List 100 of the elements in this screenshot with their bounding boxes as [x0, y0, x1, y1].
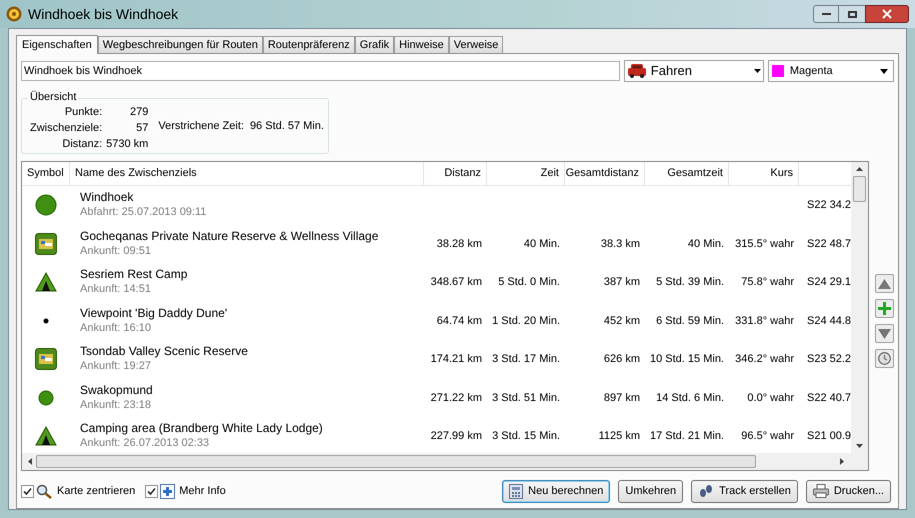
column-header[interactable]: Zeit: [540, 165, 559, 182]
travel-mode-dropdown[interactable]: Fahren: [624, 60, 764, 82]
table-cell: 10 Std. 15 Min.: [650, 353, 724, 365]
column-header[interactable]: Name des Zwischenziels: [75, 165, 197, 182]
table-cell: 96.5° wahr: [741, 430, 794, 442]
dialog-button[interactable]: Umkehren: [618, 480, 684, 502]
dialog-button[interactable]: Track erstellen: [691, 480, 798, 502]
footprints-icon: [698, 484, 714, 498]
table-cell: 897 km: [604, 392, 640, 404]
column-header[interactable]: Symbol: [27, 165, 64, 182]
scroll-right-icon[interactable]: [840, 458, 844, 465]
tab[interactable]: Verweise: [448, 36, 504, 53]
plus-icon: [160, 484, 176, 498]
column-header[interactable]: Kurs: [770, 165, 793, 182]
car-icon: [626, 63, 647, 79]
checkbox-label: Karte zentrieren: [57, 484, 136, 499]
waypoint-time: Ankunft: 26.07.2013 02:33: [80, 436, 210, 452]
close-button[interactable]: [865, 5, 909, 23]
scroll-left-icon[interactable]: [28, 458, 32, 465]
tent-icon: [35, 426, 57, 446]
checkbox[interactable]: [145, 484, 158, 498]
table-cell: 626 km: [604, 353, 640, 365]
waypoint-time: Abfahrt: 25.07.2013 09:11: [80, 205, 208, 220]
table-cell: S21 00.9: [807, 430, 851, 442]
table-cell: 452 km: [604, 314, 640, 326]
table-cell: S22 40.7: [807, 392, 851, 404]
vertical-scrollbar[interactable]: [851, 162, 868, 453]
dialog-button[interactable]: Neu berechnen: [502, 480, 610, 502]
scroll-up-icon[interactable]: [856, 167, 863, 171]
column-header[interactable]: Distanz: [444, 165, 481, 182]
table-cell: 348.67 km: [430, 276, 482, 288]
table-cell: 387 km: [604, 276, 640, 288]
table-cell: 64.74 km: [436, 314, 482, 326]
stat-label: Punkte:: [64, 105, 102, 120]
waypoint-circle-icon: [35, 194, 57, 216]
minimize-button[interactable]: [813, 5, 839, 23]
clock-icon: [878, 352, 891, 365]
table-cell: 6 Std. 59 Min.: [656, 314, 724, 326]
waypoint-circle-icon: [38, 390, 54, 406]
table-cell: 17 Std. 21 Min.: [650, 430, 724, 442]
time-button[interactable]: [875, 349, 894, 368]
table-cell: 38.28 km: [436, 238, 482, 250]
column-header[interactable]: Gesamtdistanz: [566, 165, 639, 182]
magnifier-icon: [36, 484, 53, 498]
check-icon: [23, 486, 32, 496]
color-dropdown[interactable]: Magenta: [768, 60, 894, 82]
table-cell: 75.8° wahr: [741, 276, 794, 288]
check-icon: [147, 486, 156, 496]
waypoint-time: Ankunft: 14:51: [80, 282, 152, 298]
table-cell: S23 52.2: [807, 353, 851, 365]
table-cell: 174.21 km: [430, 353, 482, 365]
stat-value: 57: [135, 121, 148, 136]
table-cell: 1125 km: [598, 430, 640, 442]
horizontal-scrollbar[interactable]: [22, 453, 868, 470]
up-triangle-icon: [878, 278, 891, 288]
scroll-down-icon[interactable]: [856, 444, 863, 448]
table-cell: 227.99 km: [430, 430, 482, 442]
add-button[interactable]: [875, 299, 894, 318]
table-cell: S22 48.7: [807, 238, 851, 250]
bed-icon: [35, 232, 57, 255]
stat-label: Distanz:: [61, 137, 102, 152]
maximize-button[interactable]: [839, 5, 865, 23]
stat-label: Zwischenziele:: [30, 121, 102, 136]
table-cell: S24 44.8: [807, 314, 851, 326]
checkbox-label: Mehr Info: [179, 484, 226, 499]
waypoint-name: Windhoek: [80, 190, 134, 206]
move-down-button[interactable]: [875, 324, 894, 343]
column-header[interactable]: Gesamtzeit: [667, 165, 723, 182]
close-icon: [882, 9, 892, 19]
stat-value: 96 Std. 57 Min.: [250, 119, 324, 133]
table-cell: 3 Std. 51 Min.: [492, 392, 560, 404]
waypoint-name: Tsondab Valley Scenic Reserve: [80, 344, 249, 360]
bed-icon: [35, 348, 57, 370]
tab[interactable]: Wegbeschreibungen für Routen: [98, 36, 263, 53]
move-up-button[interactable]: [875, 274, 894, 293]
printer-icon: [812, 484, 829, 498]
tent-icon: [35, 272, 57, 292]
dropdown-arrow-icon: [754, 69, 761, 73]
table-cell: 346.2° wahr: [735, 353, 794, 365]
tab[interactable]: Routenpräferenz: [262, 36, 355, 53]
tab[interactable]: Eigenschaften: [16, 35, 98, 54]
route-name-field[interactable]: Windhoek bis Windhoek: [21, 61, 620, 81]
checkbox[interactable]: [21, 484, 34, 498]
table-cell: 14 Std. 6 Min.: [656, 392, 724, 404]
table-cell: 5 Std. 39 Min.: [656, 276, 724, 288]
app-logo-icon: [6, 6, 22, 22]
waypoint-name: Camping area (Brandberg White Lady Lodge): [80, 421, 324, 436]
waypoint-name: Viewpoint 'Big Daddy Dune': [80, 306, 228, 321]
dialog-button[interactable]: Drucken...: [806, 480, 891, 502]
waypoint-name: Sesriem Rest Camp: [80, 267, 188, 282]
table-cell: 0.0° wahr: [747, 392, 794, 404]
scrollbar-thumb[interactable]: [853, 176, 866, 202]
table-cell: 3 Std. 15 Min.: [492, 430, 560, 442]
tab[interactable]: Hinweise: [394, 36, 449, 53]
scrollbar-thumb[interactable]: [36, 455, 756, 468]
table-cell: 5 Std. 0 Min.: [498, 276, 560, 288]
tab[interactable]: Grafik: [354, 36, 394, 53]
table-cell: 1 Std. 20 Min.: [492, 314, 560, 326]
down-triangle-icon: [878, 328, 891, 338]
stat-value: 5730 km: [106, 137, 148, 152]
